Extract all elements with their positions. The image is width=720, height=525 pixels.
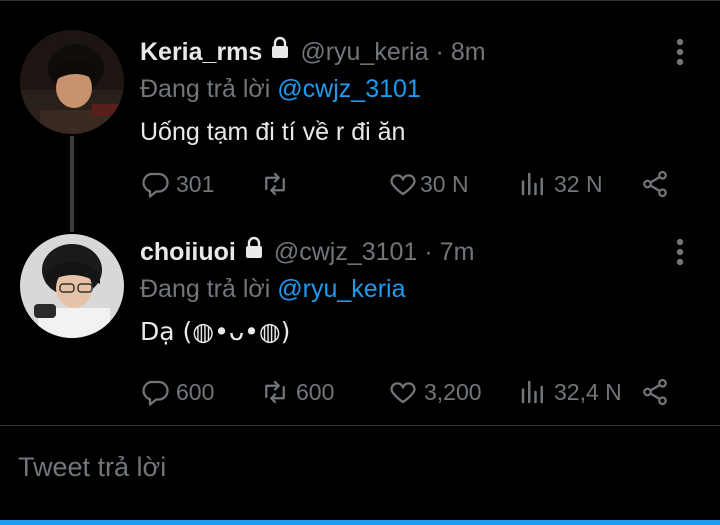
input-focus-bar (0, 520, 720, 525)
tweet-header: Keria_rms @ryu_keria · 8m (140, 36, 700, 72)
display-name[interactable]: choiiuoi (140, 238, 236, 267)
reply-icon (142, 172, 169, 198)
replying-to: Đang trả lời @ryu_keria (140, 272, 700, 306)
lock-icon (268, 36, 292, 60)
lock-icon (242, 236, 266, 260)
heart-icon (390, 382, 416, 404)
action-bar: 600 600 3,200 32,4 N (140, 372, 680, 412)
reply-count: 301 (176, 170, 215, 197)
tweet-keria[interactable]: Keria_rms @ryu_keria · 8m Đang trả lời @… (0, 0, 720, 232)
reply-button[interactable]: 600 (140, 372, 214, 412)
retweet-icon (265, 380, 285, 404)
like-count: 30 N (420, 170, 469, 197)
share-icon (643, 170, 667, 198)
reply-input[interactable]: Tweet trả lời (18, 452, 166, 483)
reply-button[interactable]: 301 (140, 164, 214, 204)
tweet-choiiuoi[interactable]: choiiuoi @cwjz_3101 · 7m Đang trả lời @r… (0, 230, 720, 425)
user-handle[interactable]: @ryu_keria (300, 38, 428, 67)
more-options-icon[interactable] (676, 238, 684, 266)
like-count: 3,200 (424, 378, 482, 405)
avatar[interactable] (20, 30, 124, 134)
tweet-header: choiiuoi @cwjz_3101 · 7m (140, 236, 700, 272)
views-button[interactable]: 32 N (518, 164, 603, 204)
view-count: 32,4 N (554, 378, 622, 405)
more-options-icon[interactable] (676, 38, 684, 66)
reply-divider (0, 425, 720, 426)
analytics-icon (521, 380, 543, 404)
timestamp[interactable]: 7m (440, 238, 475, 267)
like-button[interactable]: 3,200 (388, 372, 482, 412)
view-count: 32 N (554, 170, 603, 197)
replying-to-label: Đang trả lời (140, 75, 271, 103)
share-button[interactable] (640, 164, 670, 204)
separator-dot: · (435, 38, 444, 66)
thread-connector (70, 136, 74, 232)
display-name[interactable]: Keria_rms (140, 38, 262, 67)
mention-link[interactable]: @cwjz_3101 (277, 75, 421, 103)
views-button[interactable]: 32,4 N (518, 372, 622, 412)
share-icon (643, 378, 667, 406)
mention-link[interactable]: @ryu_keria (277, 275, 405, 303)
replying-to: Đang trả lời @cwjz_3101 (140, 72, 700, 106)
reply-count: 600 (176, 378, 215, 405)
retweet-button[interactable]: 600 (260, 372, 334, 412)
share-button[interactable] (640, 372, 670, 412)
reply-icon (142, 380, 169, 406)
retweet-button[interactable] (260, 164, 296, 204)
like-button[interactable]: 30 N (388, 164, 469, 204)
avatar[interactable] (20, 234, 124, 338)
replying-to-label: Đang trả lời (140, 275, 271, 303)
separator-dot: · (424, 238, 433, 266)
user-handle[interactable]: @cwjz_3101 (274, 238, 418, 267)
analytics-icon (521, 172, 543, 196)
heart-icon (390, 174, 416, 196)
retweet-icon (265, 172, 285, 196)
action-bar: 301 30 N 32 N (140, 164, 680, 204)
tweet-text: Dạ (◍•ᴗ•◍) (140, 317, 291, 346)
tweet-text: Uống tạm đi tí về r đi ăn (140, 118, 406, 146)
retweet-count: 600 (296, 378, 335, 405)
timestamp[interactable]: 8m (451, 38, 486, 67)
